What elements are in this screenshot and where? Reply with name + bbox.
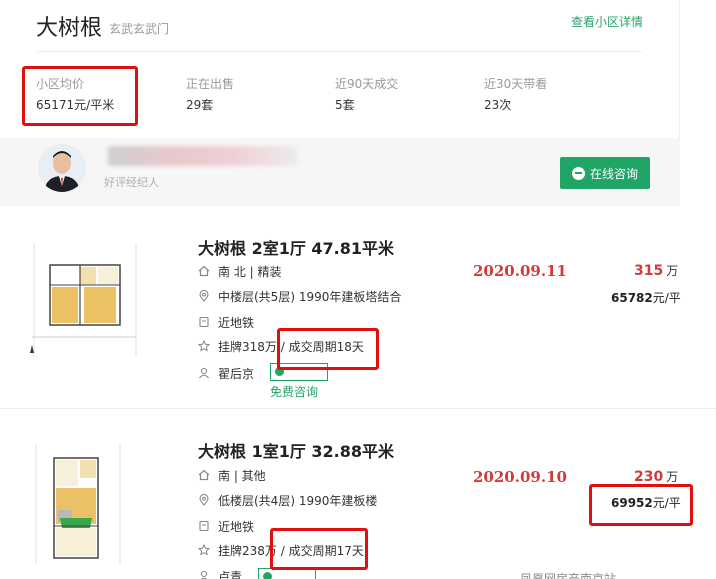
- online-consult-label: 在线咨询: [589, 166, 638, 181]
- listing-orientation: 南 北 | 精装: [198, 263, 282, 279]
- subway-text: 近地铁: [218, 315, 255, 330]
- stat-deals-90d: 近90天成交 5套: [335, 75, 398, 113]
- orientation-text: 南 | 其他: [218, 468, 266, 483]
- stat-value: 29套: [186, 98, 214, 112]
- highlight-box: [589, 484, 693, 526]
- listing-card[interactable]: 大树根 1室1厅 32.88平米 南 | 其他 低楼层(共4层) 1990年建板…: [0, 410, 716, 579]
- listing-subway: 近地铁: [198, 518, 254, 534]
- agent-role: 好评经纪人: [104, 176, 159, 189]
- orientation-text: 南 北 | 精装: [218, 264, 282, 279]
- floorplan-image[interactable]: [24, 237, 144, 367]
- location-icon: [198, 289, 210, 302]
- unit-price-suffix: 元/平: [652, 291, 681, 305]
- listing-title[interactable]: 大树根 1室1厅 32.88平米: [198, 438, 394, 462]
- stat-viewings-30d: 近30天带看 23次: [484, 75, 547, 113]
- person-icon: [198, 367, 210, 379]
- agent-bar: 好评经纪人 在线咨询: [0, 138, 680, 206]
- chat-icon: [571, 166, 585, 180]
- free-consult-label[interactable]: 免费咨询: [270, 383, 318, 400]
- tag-icon: [198, 520, 210, 532]
- unit-price: 65782元/平: [611, 289, 681, 306]
- stat-label: 近90天成交: [335, 77, 399, 91]
- listing-orientation: 南 | 其他: [198, 467, 266, 483]
- online-consult-button[interactable]: 在线咨询: [560, 157, 650, 189]
- deal-date: 2020.09.11: [473, 262, 567, 280]
- listing-floor: 低楼层(共4层) 1990年建板楼: [198, 492, 377, 508]
- listing-title[interactable]: 大树根 2室1厅 47.81平米: [198, 235, 394, 259]
- star-icon: [197, 543, 211, 556]
- listing-agent: 卢青: [198, 568, 242, 579]
- deal-price: 315 万: [634, 262, 678, 279]
- person-icon: [198, 570, 210, 579]
- agent-name[interactable]: 翟后京: [218, 365, 254, 382]
- listing-agent: 翟后京: [198, 365, 254, 381]
- highlight-box: [277, 328, 379, 370]
- floorplan-image[interactable]: [24, 438, 144, 568]
- unit-price-value: 65782: [611, 291, 653, 305]
- price-unit: 万: [666, 264, 679, 278]
- stat-label: 近30天带看: [484, 77, 548, 91]
- highlight-box: [22, 66, 138, 126]
- stat-on-sale: 正在出售 29套: [186, 75, 234, 113]
- stat-label: 正在出售: [186, 77, 235, 91]
- community-detail-link[interactable]: 查看小区详情: [571, 13, 643, 30]
- community-header: 大树根 玄武玄武门 查看小区详情 小区均价 65171元/平米 正在出售 29套…: [0, 0, 680, 206]
- divider: [36, 51, 642, 52]
- location-icon: [198, 493, 210, 506]
- chat-icon: [263, 572, 272, 579]
- community-name: 大树根: [36, 16, 103, 41]
- listing-card[interactable]: 大树根 2室1厅 47.81平米 南 北 | 精装 中楼层(共5层) 1990年…: [0, 207, 716, 409]
- stat-value: 23次: [484, 98, 512, 112]
- floor-text: 中楼层(共5层) 1990年建板塔结合: [218, 289, 402, 304]
- listing-floor: 中楼层(共5层) 1990年建板塔结合: [198, 288, 401, 304]
- tag-icon: [198, 316, 210, 328]
- stat-value: 5套: [335, 98, 355, 112]
- community-area: 玄武玄武门: [109, 22, 170, 36]
- star-icon: [197, 339, 211, 352]
- highlight-box: [270, 528, 368, 570]
- agent-name[interactable]: 卢青: [218, 568, 242, 579]
- floor-text: 低楼层(共4层) 1990年建板楼: [218, 493, 378, 508]
- price-unit: 万: [666, 470, 679, 484]
- price-value: 315: [634, 263, 664, 279]
- house-icon: [198, 265, 210, 277]
- agent-avatar[interactable]: [38, 144, 86, 192]
- agent-name-blurred: [108, 146, 298, 166]
- deal-date: 2020.09.10: [473, 468, 567, 486]
- subway-text: 近地铁: [218, 519, 255, 534]
- house-icon: [198, 469, 210, 481]
- watermark-text: 凤凰网房产南京站: [520, 572, 617, 579]
- price-value: 230: [634, 469, 664, 485]
- deal-price: 230 万: [634, 468, 678, 485]
- listing-subway: 近地铁: [198, 314, 254, 330]
